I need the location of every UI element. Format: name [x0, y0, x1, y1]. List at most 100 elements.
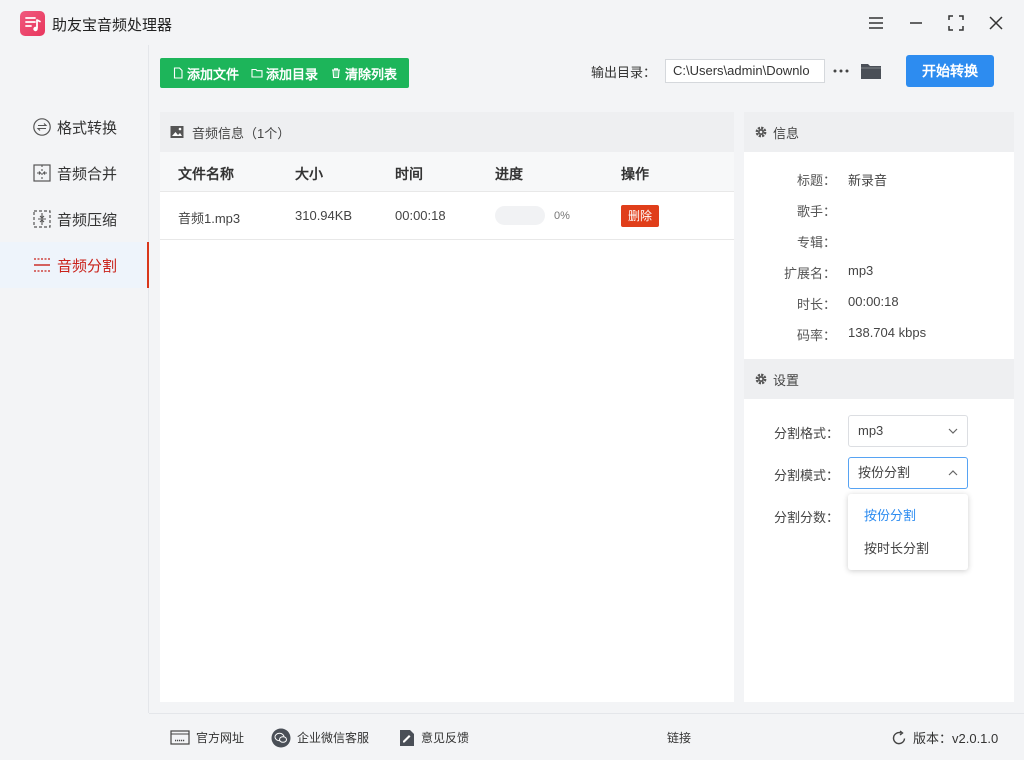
file-name-cell: 音频1.mp3	[178, 211, 241, 226]
file-size-cell: 310.94KB	[295, 208, 353, 223]
maximize-icon[interactable]	[944, 11, 968, 35]
info-row-extension: 扩展名： mp3	[744, 263, 1014, 283]
file-list-title: 音频信息（1个）	[192, 125, 291, 141]
close-icon[interactable]	[984, 11, 1008, 35]
split-mode-dropdown: 按份分割 按时长分割	[848, 494, 968, 570]
feedback-label: 意见反馈	[421, 731, 470, 745]
wechat-label: 企业微信客服	[297, 731, 370, 745]
split-format-label: 分割格式：	[774, 426, 840, 441]
app-logo-icon	[20, 11, 45, 36]
split-mode-label: 分割模式：	[774, 468, 840, 483]
clear-list-button[interactable]: 清除列表	[324, 58, 403, 88]
settings-title: 设置	[773, 372, 800, 388]
official-website-link[interactable]: 官方网址	[170, 714, 244, 760]
info-row-duration: 时长： 00:00:18	[744, 294, 1014, 314]
info-key: 码率：	[796, 328, 836, 343]
info-row-album: 专辑：	[744, 232, 1014, 252]
info-key: 歌手：	[796, 204, 836, 219]
start-convert-button[interactable]: 开始转换	[906, 55, 994, 87]
sidebar-item-merge[interactable]: 音频合并	[0, 150, 149, 196]
info-row-title: 标题： 新录音	[744, 170, 1014, 190]
split-mode-select[interactable]: 按份分割	[848, 457, 968, 489]
footer-bar: 官方网址 企业微信客服 意见反馈 链接 版本：v2.0.1.0	[149, 713, 1024, 760]
app-title: 助友宝音频处理器	[52, 17, 173, 34]
table-row[interactable]: 音频1.mp3 310.94KB 00:00:18 0% 删除	[160, 192, 734, 240]
add-file-button[interactable]: 添加文件	[166, 58, 245, 88]
sidebar-item-format-convert[interactable]: 格式转换	[0, 104, 149, 150]
output-dir-field[interactable]: C:\Users\admin\Downlo	[665, 59, 825, 83]
settings-header: 设置	[744, 359, 1014, 399]
file-toolbar: 添加文件 添加目录 清除列表	[160, 58, 410, 88]
link-label: 链接	[667, 731, 692, 745]
gear-icon	[755, 126, 767, 138]
add-directory-button[interactable]: 添加目录	[245, 58, 324, 88]
info-row-bitrate: 码率： 138.704 kbps	[744, 325, 1014, 345]
delete-button[interactable]: 删除	[621, 205, 660, 227]
progress-percent: 0%	[554, 210, 570, 222]
dropdown-option-by-count[interactable]: 按份分割	[848, 499, 968, 532]
minimize-icon[interactable]	[904, 11, 928, 35]
feedback-icon	[400, 729, 414, 746]
file-time-cell: 00:00:18	[395, 208, 446, 223]
table-header: 文件名称 大小 时间 进度 操作	[160, 152, 734, 192]
open-folder-icon[interactable]	[860, 60, 882, 82]
file-list-header: 音频信息（1个）	[160, 112, 734, 152]
feedback-link[interactable]: 意见反馈	[399, 714, 469, 760]
menu-icon[interactable]	[864, 11, 888, 35]
info-header: 信息	[744, 112, 1014, 152]
split-mode-value: 按份分割	[858, 465, 911, 480]
info-key: 标题：	[796, 173, 836, 188]
sidebar-item-compress[interactable]: 音频压缩	[0, 196, 149, 242]
split-icon	[32, 255, 52, 275]
file-list-panel: 音频信息（1个） 文件名称 大小 时间 进度 操作 音频1.mp3 310.94…	[160, 112, 734, 702]
version-info[interactable]: 版本：v2.0.1.0	[891, 714, 998, 760]
chevron-down-icon	[948, 428, 958, 434]
split-format-select[interactable]: mp3	[848, 415, 968, 447]
sidebar-item-label: 音频合并	[57, 165, 118, 183]
col-action: 操作	[621, 166, 649, 182]
info-value: 138.704 kbps	[848, 325, 927, 340]
website-icon	[170, 729, 190, 745]
info-row-artist: 歌手：	[744, 201, 1014, 221]
info-value: 00:00:18	[848, 294, 899, 309]
merge-icon	[32, 163, 52, 183]
info-title: 信息	[773, 125, 800, 141]
col-progress: 进度	[495, 166, 523, 182]
more-options-icon[interactable]	[831, 59, 851, 83]
link-text[interactable]: 链接	[667, 714, 691, 760]
gear-icon	[755, 373, 767, 385]
info-key: 扩展名：	[783, 266, 836, 281]
col-filename: 文件名称	[178, 166, 234, 182]
split-format-value: mp3	[858, 423, 884, 438]
version-label: 版本：v2.0.1.0	[913, 731, 999, 746]
title-bar: 助友宝音频处理器	[0, 0, 1024, 45]
progress-bar	[495, 206, 545, 225]
info-key: 专辑：	[796, 235, 836, 250]
side-panel: 信息 标题： 新录音 歌手： 专辑： 扩展名： mp3 时长： 00:00:18…	[744, 112, 1014, 702]
refresh-icon	[892, 729, 906, 744]
file-icon	[173, 67, 183, 79]
col-time: 时间	[395, 166, 423, 182]
output-dir-label: 输出目录：	[591, 65, 657, 80]
sidebar-item-split[interactable]: 音频分割	[0, 242, 149, 288]
sidebar-item-label: 格式转换	[57, 119, 118, 137]
trash-icon	[332, 68, 341, 79]
wechat-service-link[interactable]: 企业微信客服	[271, 714, 369, 760]
split-count-label: 分割分数：	[774, 510, 840, 525]
image-icon	[170, 126, 184, 138]
clear-list-label: 清除列表	[345, 66, 398, 82]
info-value: 新录音	[848, 173, 888, 188]
chevron-up-icon	[948, 470, 958, 476]
compress-icon	[32, 209, 52, 229]
folder-outline-icon	[251, 68, 263, 78]
sidebar-item-label: 音频分割	[57, 257, 118, 275]
col-size: 大小	[295, 166, 323, 182]
sidebar-item-label: 音频压缩	[57, 211, 118, 229]
add-directory-label: 添加目录	[266, 66, 319, 82]
wechat-icon	[271, 728, 291, 747]
info-key: 时长：	[796, 297, 836, 312]
format-convert-icon	[32, 117, 52, 137]
info-value: mp3	[848, 263, 874, 278]
dropdown-option-by-duration[interactable]: 按时长分割	[848, 532, 968, 565]
sidebar: 格式转换 音频合并 音频压缩 音频分割	[0, 45, 149, 713]
